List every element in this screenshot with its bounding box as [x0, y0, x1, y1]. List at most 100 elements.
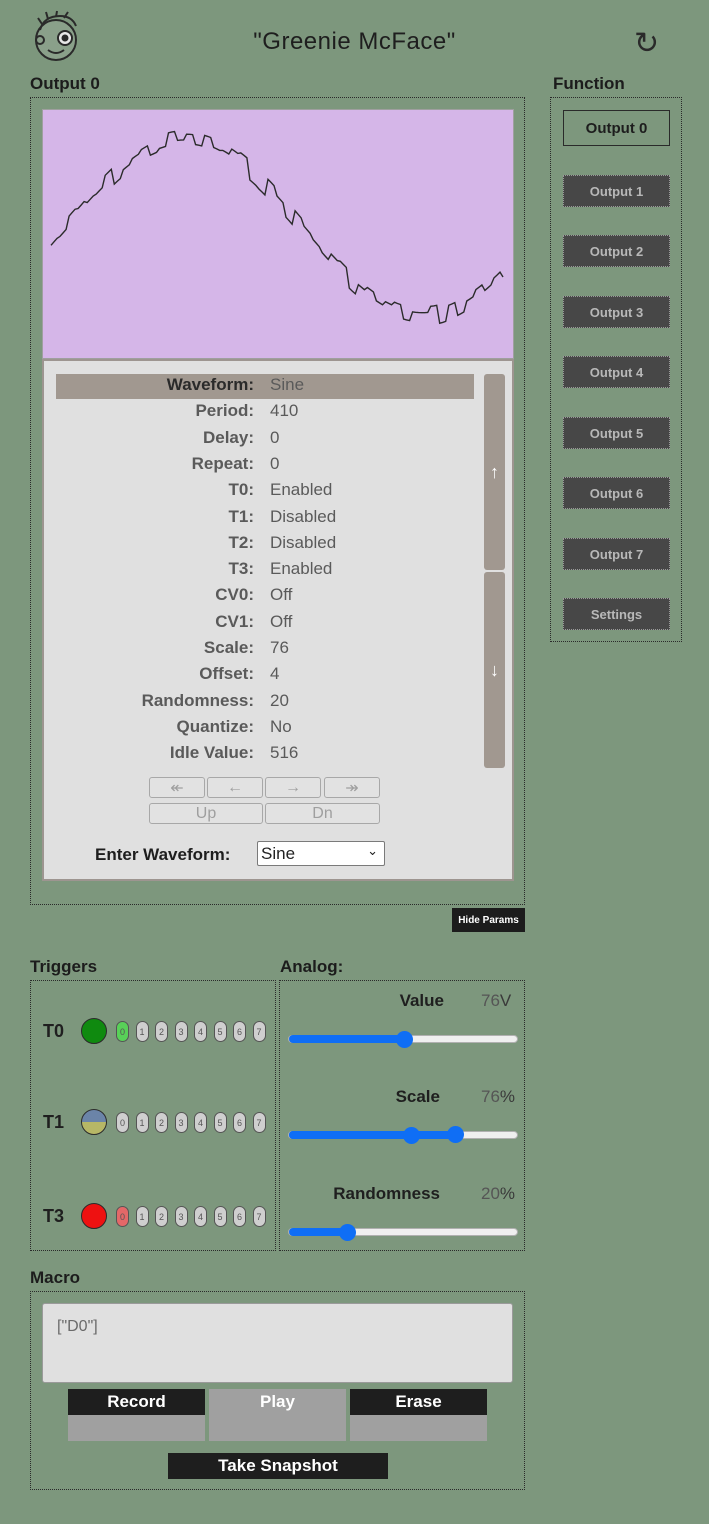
erase-button[interactable]: Erase — [350, 1389, 487, 1441]
enter-waveform-label: Enter Waveform: — [95, 845, 231, 864]
trigger-pill[interactable]: 2 — [155, 1021, 168, 1042]
triggers-panel: T0 0 1 2 3 4 5 6 7 T1 0 1 2 3 4 5 6 7 T3 0 1 2 3 4 5 6 7 — [30, 980, 276, 1251]
trigger-pill[interactable]: 6 — [233, 1112, 246, 1133]
param-value[interactable]: 0 — [270, 428, 279, 448]
hide-params-button[interactable]: Hide Params — [452, 908, 525, 932]
param-label: CV0: — [215, 585, 254, 605]
trigger-pill[interactable]: 4 — [194, 1206, 207, 1227]
param-value[interactable]: 20 — [270, 691, 289, 711]
trigger-pill[interactable]: 6 — [233, 1021, 246, 1042]
function-output-2-button[interactable]: Output 2 — [563, 235, 670, 267]
trigger-pill[interactable]: 1 — [135, 1112, 149, 1133]
trigger-pill[interactable]: 7 — [252, 1112, 266, 1133]
nav-prev-button[interactable]: ← — [207, 777, 263, 798]
function-output-6-button[interactable]: Output 6 — [563, 477, 670, 509]
refresh-icon[interactable]: ↻ — [634, 26, 659, 62]
trigger-pill[interactable]: 7 — [252, 1206, 266, 1227]
trigger-led[interactable] — [81, 1203, 107, 1229]
trigger-pill[interactable]: 5 — [213, 1112, 227, 1133]
trigger-pill[interactable]: 3 — [174, 1206, 188, 1227]
macro-textarea[interactable]: ["D0"] — [42, 1303, 513, 1383]
param-value[interactable]: 0 — [270, 454, 279, 474]
param-value[interactable]: 4 — [270, 664, 279, 684]
analog-label: Randomness — [333, 1184, 440, 1203]
analog-value-unit: % — [499, 1184, 516, 1203]
trigger-pill[interactable]: 1 — [135, 1021, 149, 1042]
slider-fill — [289, 1131, 411, 1139]
trigger-pill[interactable]: 5 — [213, 1206, 227, 1227]
param-label: Quantize: — [176, 716, 254, 736]
chevron-down-icon: ⌄ — [367, 843, 378, 858]
slider-thumb[interactable] — [402, 1127, 420, 1144]
output-title: Output 0 — [30, 74, 100, 93]
param-label: CV1: — [215, 611, 254, 631]
trigger-pill[interactable]: 3 — [174, 1112, 188, 1133]
trigger-pill[interactable]: 2 — [155, 1112, 168, 1133]
param-label: Scale: — [203, 638, 254, 657]
nav-dn-button[interactable]: Dn — [265, 803, 380, 824]
nav-first-button[interactable]: ↞ — [149, 777, 205, 798]
trigger-pill[interactable]: 3 — [174, 1021, 188, 1042]
param-value[interactable]: Off — [270, 612, 292, 632]
param-value[interactable]: 410 — [270, 401, 298, 421]
analog-value-number: 76 — [481, 991, 500, 1010]
trigger-pill[interactable]: 4 — [194, 1021, 207, 1042]
param-label: Period: — [195, 401, 254, 421]
param-value[interactable]: Disabled — [270, 507, 336, 527]
record-button[interactable]: Record — [68, 1389, 205, 1441]
analog-value-unit: V — [499, 991, 512, 1010]
record-button-label: Record — [68, 1389, 205, 1415]
trigger-pill[interactable]: 5 — [213, 1021, 227, 1042]
function-output-7-button[interactable]: Output 7 — [563, 538, 670, 570]
nav-up-button[interactable]: Up — [149, 803, 263, 824]
function-output-0-button[interactable]: Output 0 — [563, 110, 670, 146]
function-output-4-button[interactable]: Output 4 — [563, 356, 670, 388]
param-value[interactable]: 516 — [270, 743, 298, 763]
waveform-line — [50, 130, 504, 325]
scroll-up-button[interactable]: ↑ — [484, 374, 505, 570]
trigger-pill[interactable]: 1 — [135, 1206, 149, 1227]
nav-next-button[interactable]: → — [265, 777, 321, 798]
trigger-pill[interactable]: 0 — [116, 1112, 129, 1133]
param-value[interactable]: Enabled — [270, 480, 332, 500]
analog-label: Scale — [395, 1087, 440, 1106]
analog-value: 20% — [481, 1184, 515, 1204]
function-output-1-button[interactable]: Output 1 — [563, 175, 670, 207]
slider-thumb[interactable] — [396, 1031, 413, 1048]
slider-thumb[interactable] — [338, 1224, 356, 1241]
function-settings-button[interactable]: Settings — [563, 598, 670, 630]
trigger-pill[interactable]: 7 — [252, 1021, 266, 1042]
analog-value-unit: % — [499, 1087, 516, 1106]
trigger-label: T0 — [43, 1021, 65, 1041]
analog-slider[interactable] — [288, 1224, 518, 1241]
param-value[interactable]: No — [270, 717, 292, 737]
trigger-pill[interactable]: 0 — [116, 1206, 129, 1227]
param-value[interactable]: Enabled — [270, 559, 332, 579]
page-title: "Greenie McFace" — [253, 28, 456, 55]
nav-last-button[interactable]: ↠ — [324, 777, 380, 798]
param-label: Randomness: — [141, 690, 254, 710]
trigger-pill[interactable]: 6 — [233, 1206, 246, 1227]
param-label: Idle Value: — [169, 743, 254, 763]
analog-slider[interactable] — [288, 1031, 518, 1048]
param-value[interactable]: Sine — [270, 375, 304, 395]
trigger-pill[interactable]: 4 — [194, 1112, 207, 1133]
play-button[interactable]: Play — [209, 1389, 346, 1441]
param-value[interactable]: 76 — [270, 638, 289, 658]
slider-thumb-secondary[interactable] — [446, 1126, 464, 1143]
param-label: T3: — [228, 559, 255, 579]
waveform-select[interactable]: Sine ⌄ — [257, 841, 385, 866]
trigger-pill[interactable]: 2 — [155, 1206, 168, 1227]
function-output-3-button[interactable]: Output 3 — [563, 296, 670, 328]
trigger-led[interactable] — [81, 1018, 107, 1044]
analog-value: 76V — [481, 991, 511, 1011]
trigger-led[interactable] — [81, 1109, 107, 1135]
function-title: Function — [553, 74, 625, 93]
param-value[interactable]: Off — [270, 585, 292, 605]
take-snapshot-button[interactable]: Take Snapshot — [168, 1453, 388, 1479]
scroll-down-button[interactable]: ↓ — [484, 572, 505, 768]
param-value[interactable]: Disabled — [270, 533, 336, 553]
function-output-5-button[interactable]: Output 5 — [563, 417, 670, 449]
analog-slider[interactable] — [288, 1126, 518, 1144]
trigger-pill[interactable]: 0 — [116, 1021, 129, 1042]
